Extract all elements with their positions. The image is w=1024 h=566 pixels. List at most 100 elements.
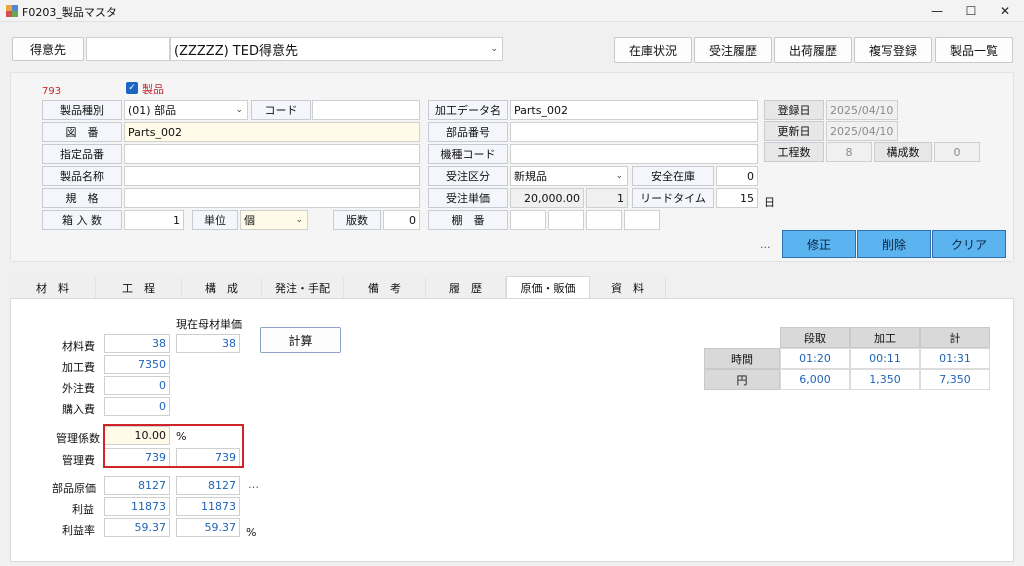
- drawing-no-label: 図 番: [42, 122, 122, 142]
- designated-no-field[interactable]: [124, 144, 420, 164]
- component-count-label: 構成数: [874, 142, 932, 162]
- customer-code-field[interactable]: [86, 37, 170, 61]
- product-type-label: 製品種別: [42, 100, 122, 120]
- summary-header-setup: 段取: [780, 327, 850, 348]
- summary-cell: 6,000: [780, 369, 850, 390]
- unit-price-field: 20,000.00: [510, 188, 584, 208]
- profit-rate-field-2[interactable]: 59.37: [176, 518, 240, 537]
- shelf-field-4[interactable]: [624, 210, 660, 230]
- unit-price-label: 受注単価: [428, 188, 508, 208]
- title-bar: F0203_製品マスタ — ☐ ✕: [0, 0, 1024, 22]
- summary-cell: 7,350: [920, 369, 990, 390]
- order-type-value: 新規品: [514, 170, 547, 183]
- part-no-field[interactable]: [510, 122, 758, 142]
- product-checkbox[interactable]: ✓: [126, 82, 138, 94]
- profit-field-2[interactable]: 11873: [176, 497, 240, 516]
- outsourcing-cost-label: 外注費: [62, 382, 95, 395]
- outsourcing-cost-field[interactable]: 0: [104, 376, 170, 395]
- safety-stock-field[interactable]: 0: [716, 166, 758, 186]
- tab-history[interactable]: 履 歴: [426, 278, 506, 298]
- tab-structure[interactable]: 構 成: [182, 278, 262, 298]
- record-number: 793: [42, 86, 62, 97]
- profit-field[interactable]: 11873: [104, 497, 170, 516]
- material-cost-label: 材料費: [62, 340, 95, 353]
- registered-date-field: 2025/04/10: [826, 100, 898, 120]
- part-cost-field[interactable]: 8127: [104, 476, 170, 495]
- order-history-button[interactable]: 受注履歴: [694, 37, 772, 63]
- part-cost-field-2[interactable]: 8127: [176, 476, 240, 495]
- shelf-label: 棚 番: [428, 210, 508, 230]
- purchase-cost-label: 購入費: [62, 403, 95, 416]
- summary-header-total: 計: [920, 327, 990, 348]
- management-coef-label: 管理係数: [56, 432, 100, 445]
- model-code-label: 機種コード: [428, 144, 508, 164]
- purchase-cost-field[interactable]: 0: [104, 397, 170, 416]
- tab-process[interactable]: 工 程: [96, 278, 182, 298]
- part-cost-ellipsis[interactable]: …: [248, 478, 259, 491]
- close-icon[interactable]: ✕: [988, 0, 1022, 22]
- management-fee-label: 管理費: [62, 454, 95, 467]
- model-code-field[interactable]: [510, 144, 758, 164]
- safety-stock-label: 安全在庫: [632, 166, 714, 186]
- summary-grid-corner: [704, 327, 780, 348]
- summary-row-label-time: 時間: [704, 348, 780, 369]
- calculate-button[interactable]: 計算: [260, 327, 341, 353]
- drawing-no-field[interactable]: Parts_002: [124, 122, 420, 142]
- product-name-label: 製品名称: [42, 166, 122, 186]
- customer-button[interactable]: 得意先: [12, 37, 84, 61]
- clear-button[interactable]: クリア: [932, 230, 1006, 258]
- revision-field[interactable]: 0: [383, 210, 420, 230]
- shelf-field-3[interactable]: [586, 210, 622, 230]
- revision-label: 版数: [333, 210, 381, 230]
- material-current-field[interactable]: 38: [176, 334, 240, 353]
- copy-register-button[interactable]: 複写登録: [854, 37, 932, 63]
- updated-date-field: 2025/04/10: [826, 121, 898, 141]
- shipping-history-button[interactable]: 出荷履歴: [774, 37, 852, 63]
- more-ellipsis[interactable]: ...: [760, 238, 771, 251]
- process-count-field: 8: [826, 142, 872, 162]
- profit-rate-field[interactable]: 59.37: [104, 518, 170, 537]
- product-type-select[interactable]: (01) 部品 ⌄: [124, 100, 248, 120]
- box-qty-field[interactable]: 1: [124, 210, 184, 230]
- minimize-icon[interactable]: —: [920, 0, 954, 22]
- product-list-button[interactable]: 製品一覧: [935, 37, 1013, 63]
- customer-select[interactable]: (ZZZZZ) TED得意先 ⌄: [170, 37, 503, 61]
- process-data-field[interactable]: Parts_002: [510, 100, 758, 120]
- tab-material[interactable]: 材 料: [10, 278, 96, 298]
- order-type-select[interactable]: 新規品 ⌄: [510, 166, 628, 186]
- window-title: F0203_製品マスタ: [22, 6, 117, 19]
- shelf-field-1[interactable]: [510, 210, 546, 230]
- material-cost-field[interactable]: 38: [104, 334, 170, 353]
- maximize-icon[interactable]: ☐: [954, 0, 988, 22]
- current-material-price-label: 現在母材単価: [176, 318, 242, 331]
- unit-select[interactable]: 個 ⌄: [240, 210, 308, 230]
- tab-cost-price[interactable]: 原価・販価: [506, 276, 590, 298]
- process-data-label: 加工データ名: [428, 100, 508, 120]
- processing-cost-field[interactable]: 7350: [104, 355, 170, 374]
- customer-select-value: (ZZZZZ) TED得意先: [174, 43, 298, 59]
- summary-header-processing: 加工: [850, 327, 920, 348]
- delete-button[interactable]: 削除: [857, 230, 931, 258]
- spec-label: 規 格: [42, 188, 122, 208]
- part-cost-label: 部品原価: [52, 482, 96, 495]
- summary-cell: 1,350: [850, 369, 920, 390]
- code-field[interactable]: [312, 100, 420, 120]
- chevron-down-icon: ⌄: [615, 171, 623, 181]
- modify-button[interactable]: 修正: [782, 230, 856, 258]
- stock-status-button[interactable]: 在庫状況: [614, 37, 692, 63]
- order-type-label: 受注区分: [428, 166, 508, 186]
- lead-time-field[interactable]: 15: [716, 188, 758, 208]
- tab-notes[interactable]: 備 考: [344, 278, 426, 298]
- chevron-down-icon: ⌄: [235, 105, 243, 115]
- highlight-box: [103, 424, 244, 468]
- process-count-label: 工程数: [764, 142, 824, 162]
- tab-documents[interactable]: 資 料: [590, 278, 666, 298]
- tab-ordering[interactable]: 発注・手配: [262, 278, 344, 298]
- product-checkbox-label: 製品: [142, 83, 164, 96]
- lead-time-label: リードタイム: [632, 188, 714, 208]
- spec-field[interactable]: [124, 188, 420, 208]
- product-name-field[interactable]: [124, 166, 420, 186]
- summary-cell: 01:31: [920, 348, 990, 369]
- box-qty-label: 箱 入 数: [42, 210, 122, 230]
- shelf-field-2[interactable]: [548, 210, 584, 230]
